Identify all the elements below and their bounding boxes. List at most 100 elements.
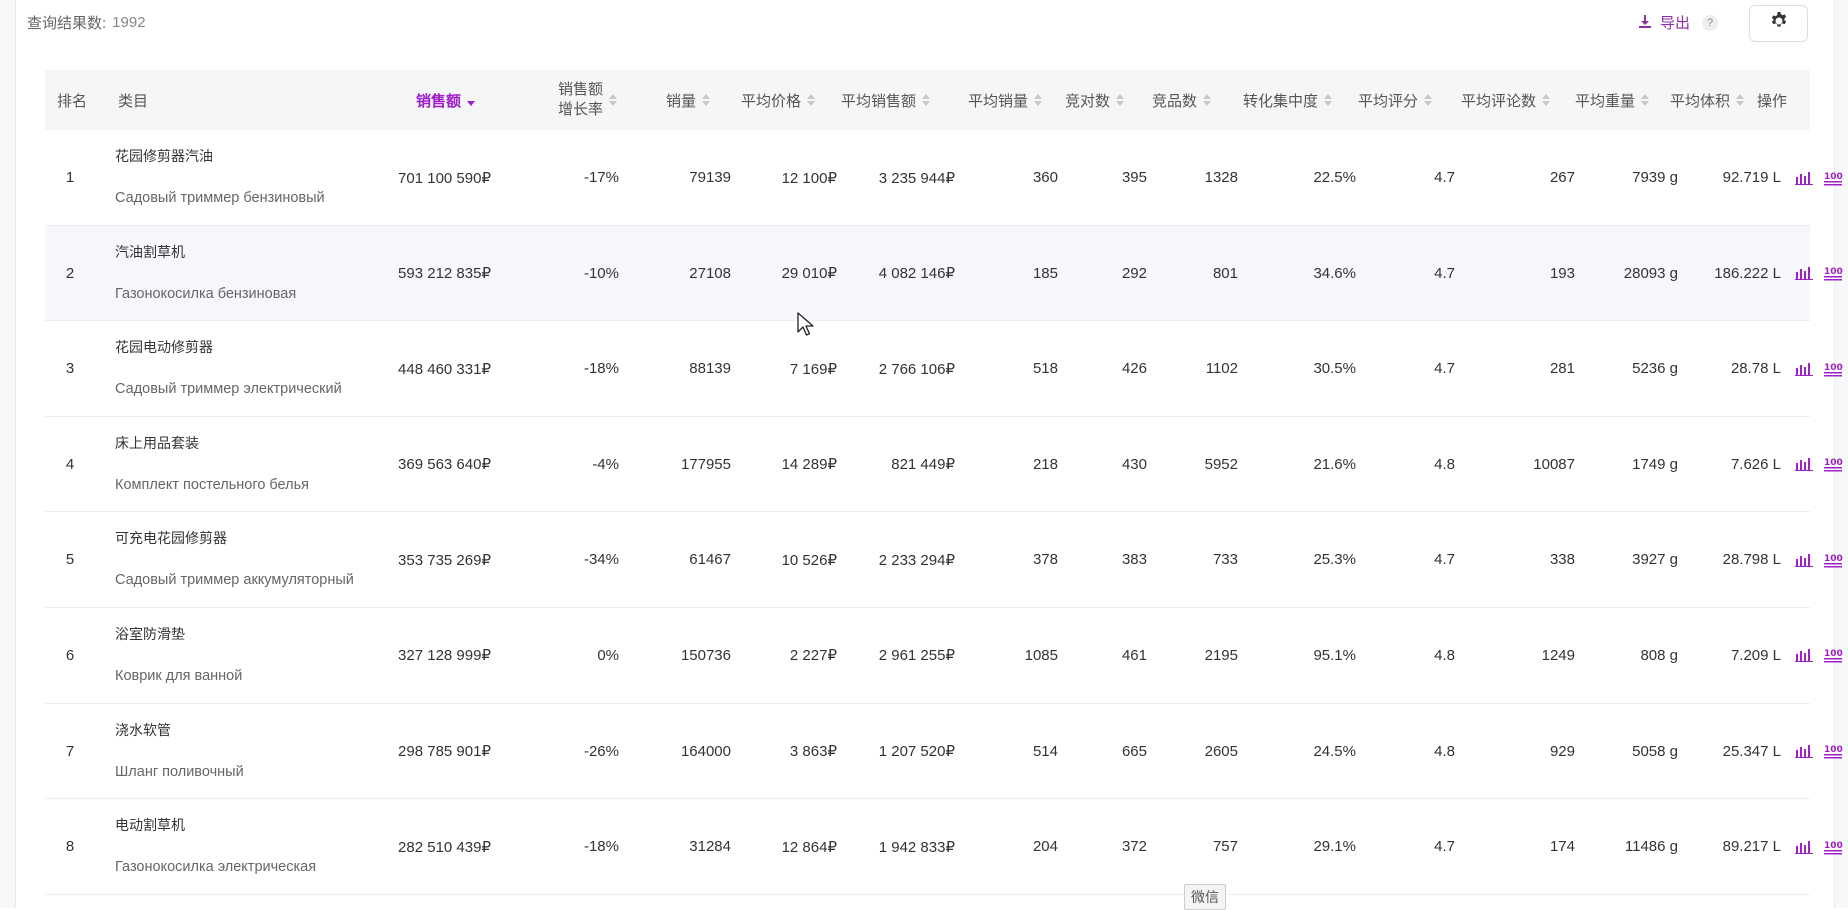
table-row[interactable]: 1 701 100 590₽ -17% 79139 12 100₽ 3 235 944₽ 3… [45, 130, 1843, 226]
table-row[interactable]: 6 327 128 999₽ 0% 150736 2 227₽ 2 961 255₽ 108… [45, 608, 1843, 704]
header-products[interactable]: 竞品数 [1124, 70, 1211, 130]
cell-rank: 5 [65, 551, 75, 569]
cell-avg-price: 29 010₽ [781, 265, 837, 283]
cell-rank: 7 [65, 742, 75, 760]
header-avg-weight-label: 平均重量 [1574, 92, 1635, 110]
svg-text:100: 100 [1824, 745, 1843, 755]
table-row[interactable]: 3 448 460 331₽ -18% 88139 7 169₽ 2 766 106₽ 51… [45, 321, 1843, 417]
header-avg-sales[interactable]: 平均销售额 [815, 70, 930, 130]
header-conversion[interactable]: 转化集中度 [1211, 70, 1332, 130]
top100-icon[interactable]: 100 [1823, 647, 1843, 663]
category-name-zh[interactable]: 电动割草机 [115, 815, 185, 835]
settings-button[interactable] [1749, 5, 1808, 42]
header-avg-rating[interactable]: 平均评分 [1332, 70, 1432, 130]
header-avg-weight[interactable]: 平均重量 [1550, 70, 1649, 130]
category-name-zh[interactable]: 汽油割草机 [115, 242, 185, 262]
cell-avg-volume: 378 [1032, 551, 1058, 569]
sort-icon[interactable] [1736, 94, 1744, 106]
cell-actions: 100 [1795, 608, 1848, 703]
table-row[interactable]: 8 282 510 439₽ -18% 31284 12 864₽ 1 942 833₽ 2… [45, 799, 1843, 895]
sort-icon[interactable] [1116, 94, 1124, 106]
top100-icon[interactable]: 100 [1823, 456, 1843, 472]
bar-chart-icon[interactable] [1795, 457, 1813, 472]
cell-products: 5952 [1204, 455, 1238, 473]
cell-avg-volume: 185 [1032, 264, 1058, 282]
sort-icon[interactable] [922, 94, 930, 106]
top100-icon[interactable]: 100 [1823, 361, 1843, 377]
sort-icon[interactable] [1324, 94, 1332, 106]
svg-text:100: 100 [1824, 841, 1843, 851]
table-row[interactable]: 7 298 785 901₽ -26% 164000 3 863₽ 1 207 520₽ 5… [45, 704, 1843, 800]
top100-icon[interactable]: 100 [1823, 170, 1843, 186]
bar-chart-icon[interactable] [1795, 744, 1813, 759]
cell-size: 25.347 L [1722, 742, 1781, 760]
sort-icon[interactable] [1424, 94, 1432, 106]
sort-icon[interactable] [609, 94, 617, 106]
cell-category[interactable]: 电动割草机 Газонокосилка электрическая [115, 799, 375, 894]
cell-category[interactable]: 可充电花园修剪器 Садовый триммер аккумуляторный [115, 512, 375, 607]
header-sales-label: 销售额 [415, 92, 461, 110]
sort-icon[interactable] [467, 94, 475, 106]
cell-weight: 5058 g [1632, 742, 1678, 760]
sort-icon[interactable] [1641, 94, 1649, 106]
cell-growth: -18% [583, 838, 619, 856]
cell-rank: 3 [65, 360, 75, 378]
cell-weight: 7939 g [1632, 169, 1678, 186]
bar-chart-icon[interactable] [1795, 171, 1813, 185]
header-sales[interactable]: 销售额 [375, 70, 475, 130]
cell-category[interactable]: 浇水软管 Шланг поливочный [115, 704, 375, 799]
header-volume[interactable]: 销量 [635, 70, 710, 130]
cell-avg-volume: 518 [1032, 360, 1058, 378]
sort-icon[interactable] [1542, 94, 1550, 106]
cell-rating: 4.8 [1434, 646, 1455, 664]
cell-conversion: 25.3% [1313, 551, 1356, 569]
export-button[interactable]: 导出 ? [1638, 12, 1719, 33]
cell-products: 2605 [1204, 742, 1238, 760]
cell-avg-sales: 1 942 833₽ [878, 838, 955, 856]
category-name-zh[interactable]: 可充电花园修剪器 [115, 528, 227, 548]
sort-icon[interactable] [1203, 94, 1211, 106]
header-avg-volume[interactable]: 平均销量 [930, 70, 1042, 130]
cell-competitors: 426 [1121, 360, 1147, 378]
cell-category[interactable]: 花园修剪器汽油 Садовый триммер бензиновый [115, 130, 375, 225]
cell-competitors: 430 [1121, 455, 1147, 473]
header-growth[interactable]: 销售额 增长率 [545, 70, 617, 130]
cell-category[interactable]: 汽油割草机 Газонокосилка бензиновая [115, 226, 375, 321]
cell-category[interactable]: 花园电动修剪器 Садовый триммер электрический [115, 321, 375, 416]
table-row[interactable]: 5 353 735 269₽ -34% 61467 10 526₽ 2 233 294₽ 3… [45, 512, 1843, 608]
cell-weight: 808 g [1640, 646, 1678, 664]
header-competitors[interactable]: 竞对数 [1042, 70, 1124, 130]
sort-icon[interactable] [807, 94, 815, 106]
cell-volume: 177955 [680, 455, 731, 473]
cell-products: 1102 [1205, 360, 1238, 378]
cell-category[interactable]: 床上用品套装 Комплект постельного белья [115, 417, 375, 512]
cell-growth: -17% [583, 169, 619, 186]
category-name-zh[interactable]: 床上用品套装 [115, 433, 199, 453]
category-name-zh[interactable]: 浇水软管 [115, 720, 171, 740]
category-name-zh[interactable]: 浴室防滑垫 [115, 624, 185, 644]
cell-avg-sales: 2 961 255₽ [878, 647, 955, 665]
help-icon[interactable]: ? [1702, 14, 1719, 31]
category-name-zh[interactable]: 花园电动修剪器 [115, 337, 213, 357]
bar-chart-icon[interactable] [1795, 840, 1813, 854]
table-row[interactable]: 4 369 563 640₽ -4% 177955 14 289₽ 821 449₽ 218… [45, 417, 1843, 513]
bar-chart-icon[interactable] [1795, 553, 1813, 567]
table-row[interactable]: 2 593 212 835₽ -10% 27108 29 010₽ 4 082 146₽ 1… [45, 225, 1843, 322]
top100-icon[interactable]: 100 [1823, 839, 1843, 855]
header-avg-size[interactable]: 平均体积 [1649, 70, 1744, 130]
header-category: 类目 [118, 70, 178, 130]
sort-icon[interactable] [1034, 94, 1042, 106]
bar-chart-icon[interactable] [1795, 266, 1813, 281]
category-name-zh[interactable]: 花园修剪器汽油 [115, 146, 213, 166]
header-avg-reviews-label: 平均评论数 [1460, 92, 1536, 110]
header-avg-reviews[interactable]: 平均评论数 [1432, 70, 1550, 130]
bar-chart-icon[interactable] [1795, 362, 1813, 376]
top100-icon[interactable]: 100 [1823, 552, 1843, 568]
header-avg-price[interactable]: 平均价格 [705, 70, 815, 130]
cell-competitors: 292 [1121, 264, 1147, 282]
top100-icon[interactable]: 100 [1823, 743, 1843, 759]
top100-icon[interactable]: 100 [1823, 265, 1843, 281]
cell-growth: -18% [583, 360, 619, 378]
cell-category[interactable]: 浴室防滑垫 Коврик для ванной [115, 608, 375, 703]
bar-chart-icon[interactable] [1795, 648, 1813, 663]
